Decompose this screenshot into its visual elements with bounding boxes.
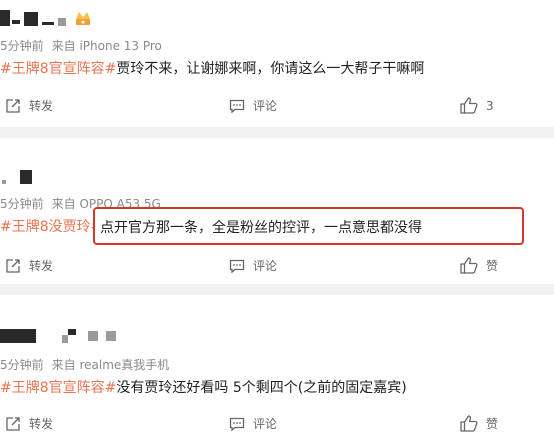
like-label: 赞 <box>486 259 499 273</box>
repost-icon <box>6 98 20 113</box>
like-label: 赞 <box>486 417 499 431</box>
like-button[interactable]: 赞 <box>460 415 498 432</box>
post-1: 5分钟前 来自 iPhone 13 Pro #王牌8官宣阵容#贾玲不来，让谢娜来啊… <box>0 0 554 127</box>
comment-button[interactable]: 评论 <box>229 415 277 432</box>
post-text: 没有贾玲还好看吗 5个剩四个(之前的固定嘉宾) <box>116 380 407 396</box>
post-source: 来自 realme真我手机 <box>51 358 170 372</box>
username-redacted[interactable] <box>0 325 130 347</box>
topic-tag-link[interactable]: #王牌8官宣阵容# <box>0 380 116 396</box>
repost-button[interactable]: 转发 <box>5 97 53 114</box>
crown-icon <box>76 12 90 25</box>
post-time: 5分钟前 <box>0 197 44 211</box>
comment-label: 评论 <box>253 259 278 273</box>
post-3: 5分钟前 来自 realme真我手机 #王牌8官宣阵容#没有贾玲还好看吗 5个剩四… <box>0 295 554 432</box>
username-redacted[interactable] <box>0 166 40 188</box>
comment-button[interactable]: 评论 <box>229 97 277 114</box>
post-text: 贾玲不来，让谢娜来啊，你请这么一大帮子干嘛啊 <box>116 61 425 77</box>
post-content: #王牌8没贾玲# <box>0 216 102 236</box>
like-button[interactable]: 3 <box>460 97 494 114</box>
post-source: 来自 iPhone 13 Pro <box>51 39 162 53</box>
thumbs-up-icon <box>460 97 478 114</box>
repost-button[interactable]: 转发 <box>5 415 53 432</box>
comment-icon <box>229 417 245 431</box>
comment-label: 评论 <box>253 417 278 431</box>
post-content: #王牌8官宣阵容#没有贾玲还好看吗 5个剩四个(之前的固定嘉宾) <box>0 377 407 397</box>
comment-label: 评论 <box>253 99 278 113</box>
post-meta: 5分钟前 来自 realme真我手机 <box>0 356 177 373</box>
thumbs-up-icon <box>460 257 478 274</box>
repost-icon <box>6 258 20 273</box>
topic-tag-link[interactable]: #王牌8官宣阵容# <box>0 61 116 77</box>
post-separator <box>0 127 554 138</box>
repost-label: 转发 <box>29 417 54 431</box>
repost-icon <box>6 416 20 431</box>
like-count: 3 <box>486 98 494 113</box>
post-meta: 5分钟前 来自 iPhone 13 Pro <box>0 37 170 54</box>
repost-button[interactable]: 转发 <box>5 257 53 274</box>
post-time: 5分钟前 <box>0 39 44 53</box>
post-text: 点开官方那一条，全是粉丝的控评，一点意思都没得 <box>100 220 422 236</box>
comment-button[interactable]: 评论 <box>229 257 277 274</box>
repost-label: 转发 <box>29 99 54 113</box>
post-content: #王牌8官宣阵容#贾玲不来，让谢娜来啊，你请这么一大帮子干嘛啊 <box>0 58 424 78</box>
comment-icon <box>229 259 245 273</box>
topic-tag-link[interactable]: #王牌8没贾玲# <box>0 219 102 235</box>
thumbs-up-icon <box>460 415 478 432</box>
post-separator <box>0 284 554 295</box>
like-button[interactable]: 赞 <box>460 257 498 274</box>
comment-icon <box>229 99 245 113</box>
post-time: 5分钟前 <box>0 358 44 372</box>
repost-label: 转发 <box>29 259 54 273</box>
